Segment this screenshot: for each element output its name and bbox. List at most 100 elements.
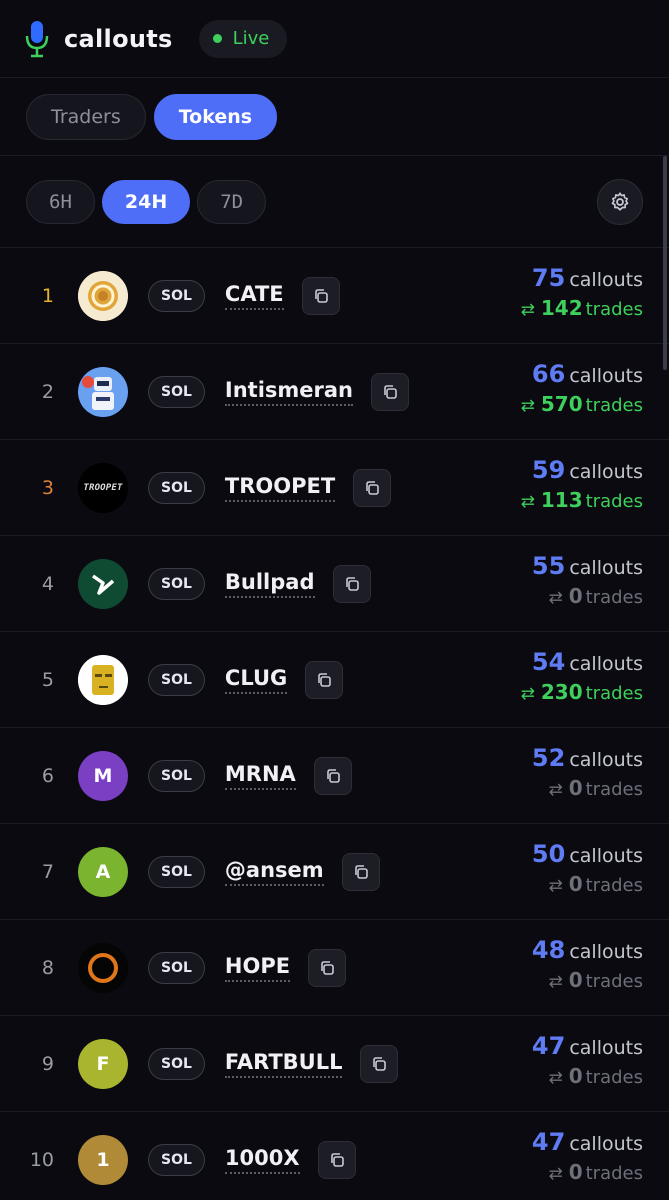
- trades-label: trades: [585, 683, 643, 704]
- token-stats: 48 callouts ⇄ 0 trades: [532, 936, 643, 992]
- swap-arrows-icon: ⇄: [520, 684, 535, 704]
- trades-count: ⇄ 0 trades: [532, 584, 643, 608]
- token-name[interactable]: HOPE: [224, 954, 291, 982]
- app-title: callouts: [64, 24, 173, 53]
- token-row[interactable]: 7 A SOL @ansem 50 callouts ⇄ 0 trades: [0, 824, 669, 920]
- tab-tokens[interactable]: Tokens: [153, 93, 278, 140]
- token-row[interactable]: 5 SOL CLUG 54 callouts ⇄ 230 trades: [0, 632, 669, 728]
- avatar-letter: A: [95, 860, 111, 883]
- token-row[interactable]: 8 SOL HOPE 48 callouts ⇄ 0 trades: [0, 920, 669, 1016]
- settings-button[interactable]: [597, 179, 643, 225]
- tab-traders[interactable]: Traders: [26, 93, 146, 140]
- token-avatar: [78, 270, 128, 321]
- filter-6h[interactable]: 6H: [26, 179, 95, 224]
- token-name[interactable]: Bullpad: [224, 570, 315, 598]
- trades-label: trades: [585, 779, 643, 800]
- token-avatar: A: [78, 846, 128, 897]
- token-name[interactable]: FARTBULL: [224, 1050, 343, 1078]
- token-row[interactable]: 10 1 SOL 1000X 47 callouts ⇄ 0 trades: [0, 1112, 669, 1200]
- rank-number: 10: [29, 1148, 54, 1171]
- token-avatar: [78, 942, 128, 993]
- rank-number: 7: [41, 860, 54, 883]
- callouts-label: callouts: [569, 1037, 643, 1059]
- swap-arrows-icon: ⇄: [520, 492, 535, 512]
- token-name[interactable]: 1000X: [224, 1146, 300, 1174]
- token-row[interactable]: 6 M SOL MRNA 52 callouts ⇄ 0 trades: [0, 728, 669, 824]
- token-stats: 55 callouts ⇄ 0 trades: [532, 552, 643, 608]
- copy-button[interactable]: [308, 948, 347, 987]
- copy-icon: [371, 1056, 387, 1072]
- view-tabs: Traders Tokens: [0, 78, 669, 156]
- live-status-badge: Live: [198, 19, 288, 58]
- copy-button[interactable]: [360, 1044, 399, 1083]
- callouts-label: callouts: [569, 461, 643, 483]
- chain-badge: SOL: [148, 759, 205, 792]
- token-row[interactable]: 4 SOL Bullpad 55 callouts ⇄ 0 trades: [0, 536, 669, 632]
- copy-button[interactable]: [332, 564, 371, 603]
- token-name[interactable]: CATE: [224, 282, 284, 310]
- token-avatar: [78, 654, 128, 705]
- token-avatar: [78, 366, 128, 417]
- callouts-label: callouts: [569, 941, 643, 963]
- live-status-label: Live: [232, 28, 270, 49]
- copy-button[interactable]: [371, 372, 410, 411]
- token-avatar: 1: [78, 1134, 128, 1185]
- microphone-icon: [24, 19, 50, 59]
- trades-label: trades: [585, 971, 643, 992]
- filter-24h[interactable]: 24H: [101, 179, 191, 224]
- copy-icon: [353, 864, 369, 880]
- token-avatar: M: [78, 750, 128, 801]
- copy-button[interactable]: [353, 468, 392, 507]
- token-name[interactable]: CLUG: [224, 666, 288, 694]
- chain-badge: SOL: [148, 375, 205, 408]
- callouts-number: 48: [531, 936, 566, 964]
- swap-arrows-icon: ⇄: [548, 876, 563, 896]
- token-row[interactable]: 3 TROOPET SOL TROOPET 59 callouts ⇄ 113 trades: [0, 440, 669, 536]
- trades-number: 142: [540, 296, 583, 320]
- token-row[interactable]: 2 SOL Intismeran 66 callouts ⇄ 570 trades: [0, 344, 669, 440]
- copy-button[interactable]: [313, 756, 352, 795]
- chain-badge: SOL: [148, 855, 205, 888]
- token-row[interactable]: 9 F SOL FARTBULL 47 callouts ⇄ 0 trades: [0, 1016, 669, 1112]
- trades-label: trades: [585, 1163, 643, 1184]
- copy-icon: [329, 1152, 345, 1168]
- copy-button[interactable]: [305, 660, 344, 699]
- rank-number: 6: [41, 764, 54, 787]
- callouts-count: 75 callouts: [521, 264, 643, 292]
- token-row[interactable]: 1 SOL CATE 75 callouts ⇄ 142 trades: [0, 248, 669, 344]
- copy-button[interactable]: [301, 276, 340, 315]
- callouts-count: 66 callouts: [521, 360, 643, 388]
- token-name[interactable]: TROOPET: [224, 474, 336, 502]
- token-name[interactable]: Intismeran: [224, 378, 354, 406]
- token-name[interactable]: @ansem: [224, 858, 324, 886]
- trades-count: ⇄ 0 trades: [532, 1160, 643, 1184]
- trades-number: 0: [568, 776, 583, 800]
- live-dot-icon: [212, 34, 222, 43]
- time-filter-bar: 6H 24H 7D: [0, 156, 669, 248]
- copy-button[interactable]: [317, 1140, 356, 1179]
- swap-arrows-icon: ⇄: [548, 1164, 563, 1184]
- swap-arrows-icon: ⇄: [520, 396, 535, 416]
- avatar-letter: F: [96, 1052, 110, 1075]
- trades-number: 0: [568, 1064, 583, 1088]
- token-name[interactable]: MRNA: [224, 762, 296, 790]
- chain-badge: SOL: [148, 951, 205, 984]
- callouts-label: callouts: [569, 365, 643, 387]
- filter-7d[interactable]: 7D: [197, 179, 267, 224]
- swap-arrows-icon: ⇄: [548, 1068, 563, 1088]
- trades-count: ⇄ 0 trades: [532, 872, 643, 896]
- copy-icon: [364, 480, 380, 496]
- trades-number: 570: [540, 392, 583, 416]
- callouts-number: 59: [531, 456, 566, 484]
- callouts-count: 50 callouts: [532, 840, 643, 868]
- chain-badge: SOL: [148, 279, 205, 312]
- chain-badge: SOL: [148, 567, 205, 600]
- copy-button[interactable]: [341, 852, 380, 891]
- avatar-letter: M: [93, 764, 113, 787]
- callouts-count: 55 callouts: [532, 552, 643, 580]
- copy-icon: [344, 576, 360, 592]
- avatar-wordmark: TROOPET: [83, 482, 123, 493]
- callouts-number: 52: [531, 744, 566, 772]
- callouts-count: 52 callouts: [532, 744, 643, 772]
- scrollbar[interactable]: [663, 156, 667, 370]
